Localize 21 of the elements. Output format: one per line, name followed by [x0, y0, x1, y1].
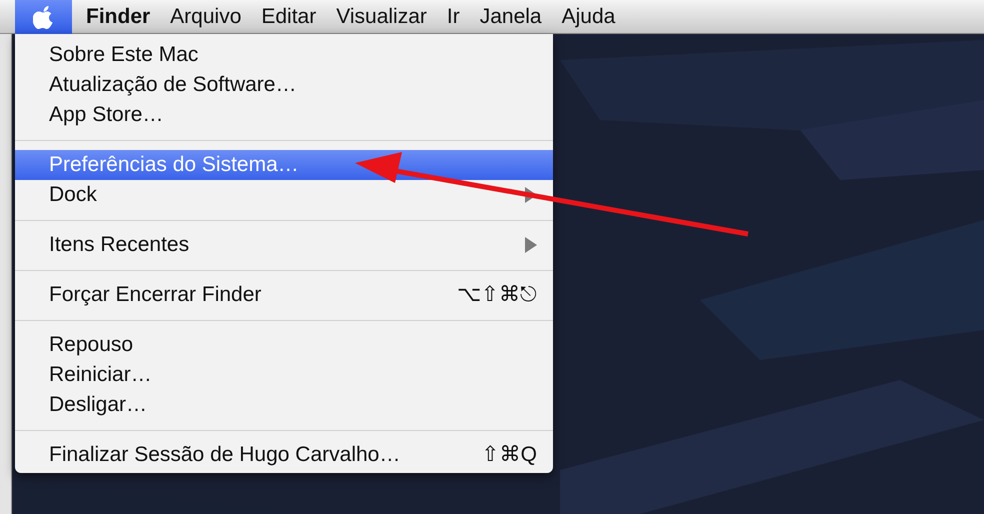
menu-item[interactable]: Repouso	[15, 330, 553, 360]
apple-logo-icon	[32, 4, 54, 28]
menu-item[interactable]: Itens Recentes	[15, 230, 553, 260]
menu-bar-item[interactable]: Janela	[470, 0, 552, 32]
menu-bar-item[interactable]: Ajuda	[552, 0, 626, 32]
menu-item[interactable]: Preferências do Sistema…	[15, 150, 553, 180]
menu-bar-item[interactable]: Arquivo	[160, 0, 252, 32]
keyboard-shortcut: ⌥⇧⌘⎋	[457, 282, 537, 308]
keyboard-shortcut: ⇧⌘Q	[482, 442, 537, 468]
menu-item[interactable]: Desligar…	[15, 390, 553, 420]
menu-item[interactable]: Sobre Este Mac	[15, 40, 553, 70]
menu-item[interactable]: Forçar Encerrar Finder ⌥⇧⌘⎋	[15, 280, 553, 310]
menu-item[interactable]: Reiniciar…	[15, 360, 553, 390]
menu-bar-item[interactable]: Editar	[251, 0, 326, 32]
apple-menu-button[interactable]	[15, 0, 72, 34]
menu-bar-item[interactable]: Finder	[76, 0, 160, 32]
menu-item[interactable]: App Store…	[15, 100, 553, 130]
menu-item[interactable]: Atualização de Software…	[15, 70, 553, 100]
menu-item[interactable]: Finalizar Sessão de Hugo Carvalho… ⇧⌘Q	[15, 440, 553, 470]
menu-bar-item[interactable]: Visualizar	[326, 0, 437, 32]
menu-bar-item[interactable]: Ir	[436, 0, 470, 32]
